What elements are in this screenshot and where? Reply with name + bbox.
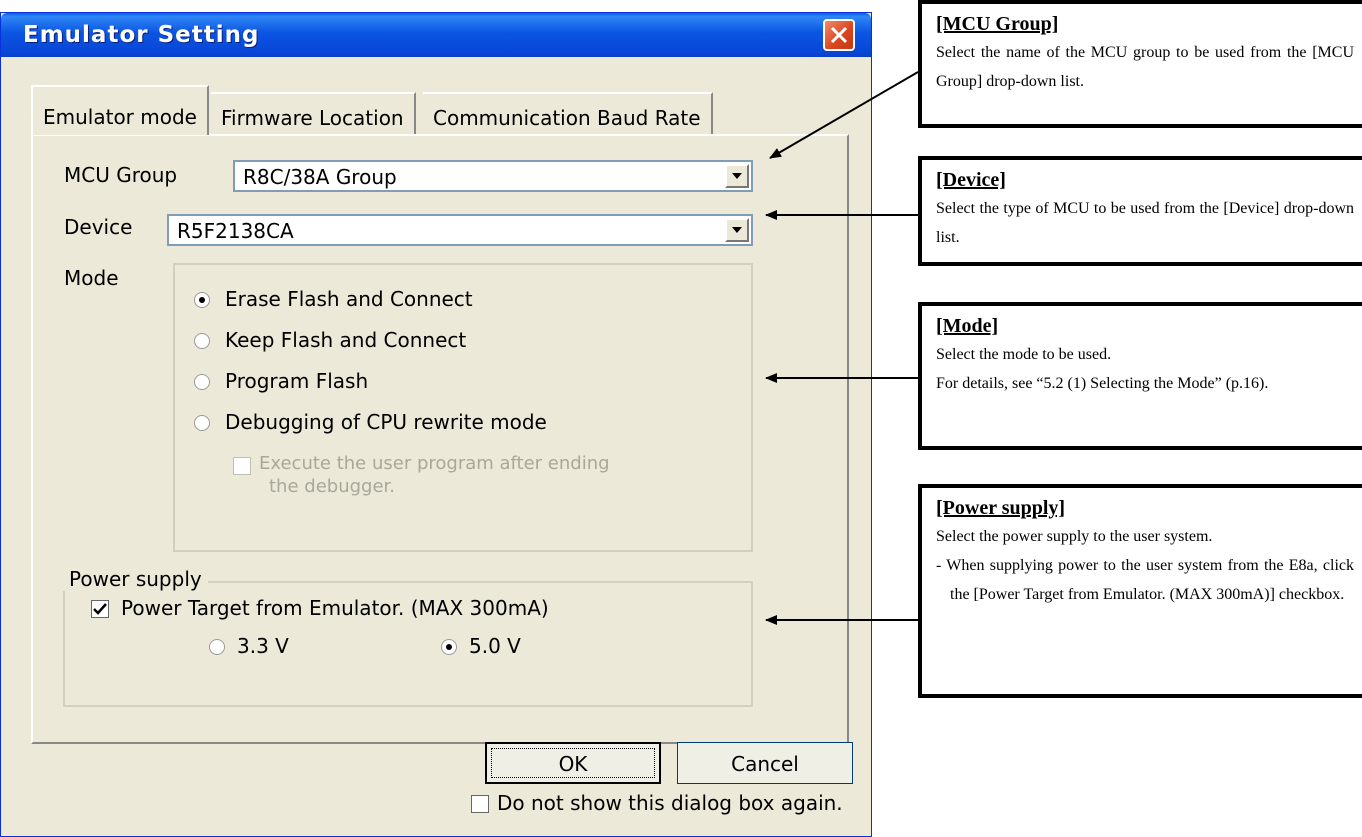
- tab-emulator-mode[interactable]: Emulator mode: [31, 85, 209, 135]
- arrow-mcu-group: [769, 71, 919, 159]
